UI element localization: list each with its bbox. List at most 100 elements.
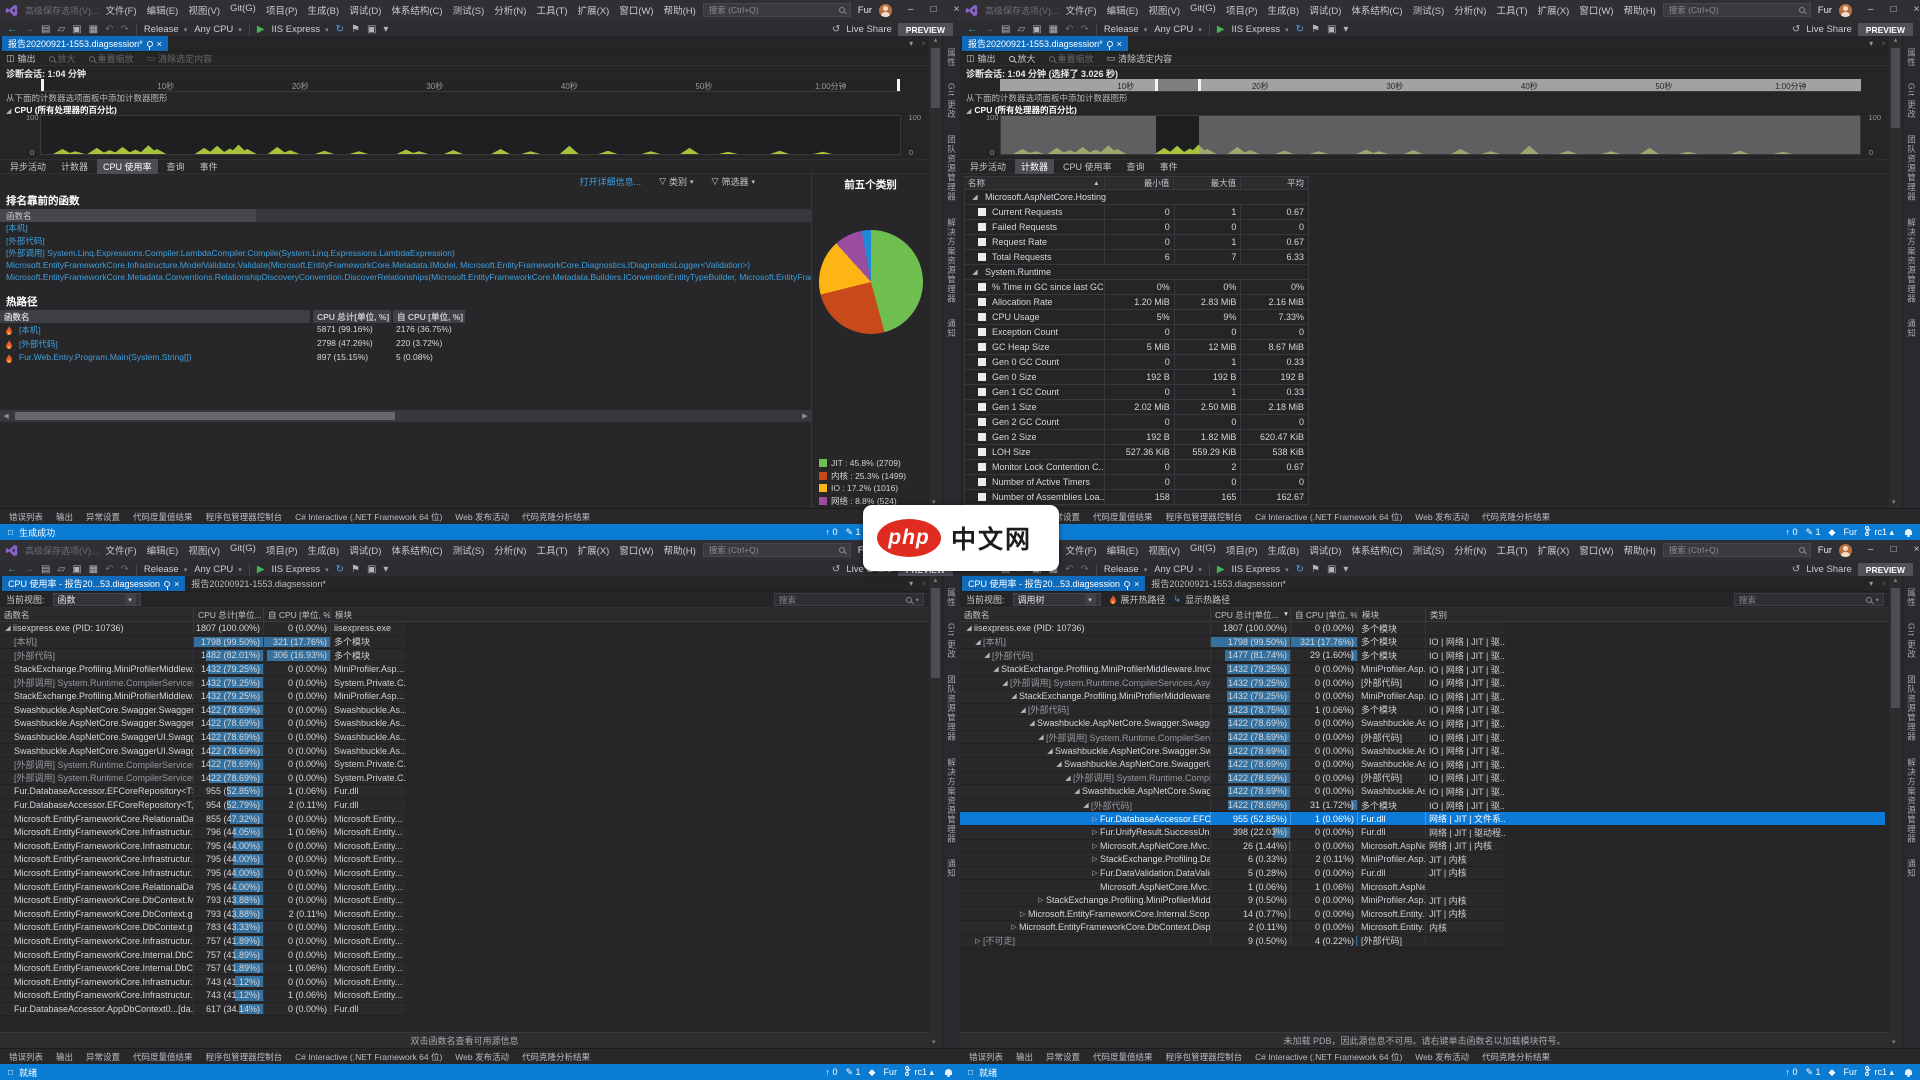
table-row[interactable]: Fur.DatabaseAccessor.EFCoreRepository<T>… [0,785,406,799]
platform-dropdown[interactable]: Any CPU▾ [194,24,242,35]
counter-checkbox[interactable] [978,328,986,336]
toolbox-icon[interactable]: ▣ [367,564,376,575]
panel-tab[interactable]: C# Interactive (.NET Framework 64 位) [295,511,442,523]
table-row[interactable]: Swashbuckle.AspNetCore.Swagger.Swagger..… [0,704,406,718]
tab-diagsession[interactable]: 报告20200921-1553.diagsession* [185,576,332,591]
side-tab[interactable]: 解决方案资源管理器 [946,218,958,304]
counter-checkbox[interactable] [978,223,986,231]
pending-edits-counter[interactable]: ✎ 1 [845,527,860,538]
expander-icon[interactable]: ◢ [964,624,974,632]
menu-item[interactable]: 扩展(X) [578,543,610,557]
live-share-icon[interactable]: ↺ [832,24,840,35]
table-row[interactable]: [外部调用] System.Runtime.CompilerServices..… [0,676,406,690]
run-icon[interactable]: ▶ [257,564,265,575]
panel-tab[interactable]: 异常设置 [86,511,120,523]
menu-item[interactable]: 项目(P) [1226,543,1258,557]
undo-icon[interactable]: ↶ [105,564,113,575]
menu-item[interactable]: 扩展(X) [1538,543,1570,557]
tab-cpu-usage[interactable]: CPU 使用率 - 报告20...53.diagsession× [962,576,1145,591]
menu-item[interactable]: 帮助(H) [1624,3,1656,17]
table-row[interactable]: Microsoft.EntityFrameworkCore.Internal.D… [0,962,406,976]
notifications-bell-icon[interactable] [945,1069,952,1075]
repo-name[interactable]: Fur [1843,527,1857,537]
menu-item[interactable]: 测试(S) [453,3,485,17]
report-view-tab[interactable]: CPU 使用率 [97,159,158,174]
counter-row[interactable]: Total Requests676.33 [964,250,1309,265]
menu-item[interactable]: 帮助(H) [664,543,696,557]
counter-row[interactable]: GC Heap Size5 MiB12 MiB8.67 MiB [964,340,1309,355]
panel-tab[interactable]: 代码度量值结果 [133,1051,193,1063]
table-row[interactable]: ◢StackExchange.Profiling.MiniProfilerMid… [960,663,1505,677]
open-file-icon[interactable]: ▱ [57,24,65,35]
category-filter-button[interactable]: ▽类别▾ [659,175,693,188]
menu-item[interactable]: 生成(B) [308,543,340,557]
redo-icon[interactable]: ↷ [120,564,128,575]
counter-row[interactable]: Gen 0 GC Count010.33 [964,355,1309,370]
menu-item[interactable]: 文件(F) [1066,3,1097,17]
menu-item[interactable]: 体系结构(C) [391,543,442,557]
hot-function-name[interactable]: [外部代码] [19,338,58,350]
account-avatar[interactable] [1839,4,1852,17]
counter-group-row[interactable]: ◢Microsoft.AspNetCore.Hosting [964,190,1309,205]
toolbar-overflow-icon[interactable]: ▾ [1343,564,1348,575]
counter-row[interactable]: Gen 1 Size2.02 MiB2.50 MiB2.18 MiB [964,400,1309,415]
report-view-tab[interactable]: CPU 使用率 [1057,159,1118,174]
table-row[interactable]: ◢[本机]1798 (99.50%)321 (17.76%)多个模块IO | 网… [960,636,1505,650]
flag-icon[interactable]: ⚑ [1311,564,1320,575]
minimize-button[interactable]: – [1859,541,1882,559]
table-row[interactable]: Swashbuckle.AspNetCore.SwaggerUI.Swagge.… [0,731,406,745]
expander-icon[interactable]: ▷ [1009,923,1019,931]
maximize-button[interactable]: □ [1882,541,1905,559]
branch-name[interactable]: rc1 ▴ [905,1066,934,1078]
maximize-button[interactable]: □ [922,1,945,19]
panel-tab[interactable]: 程序包管理器控制台 [206,511,283,523]
counter-row[interactable]: CPU Usage5%9%7.33% [964,310,1309,325]
menu-item[interactable]: 窗口(W) [1579,3,1613,17]
side-tab[interactable]: 团队资源管理器 [1906,675,1918,742]
counter-row[interactable]: Gen 2 Size192 B1.82 MiB620.47 KiB [964,430,1309,445]
table-row[interactable]: ▷Microsoft.EntityFrameworkCore.DbContext… [960,921,1505,935]
col-min[interactable]: 最小值 [1104,177,1174,189]
panel-tab[interactable]: 代码克隆分析结果 [1482,1051,1550,1063]
table-row[interactable]: Swashbuckle.AspNetCore.SwaggerUI.Swagge.… [0,744,406,758]
save-icon[interactable]: ▣ [72,24,81,35]
counter-checkbox[interactable] [978,448,986,456]
table-row[interactable]: Microsoft.EntityFrameworkCore.Infrastruc… [0,867,406,881]
table-row[interactable]: StackExchange.Profiling.MiniProfilerMidd… [0,690,406,704]
report-view-tab[interactable]: 异步活动 [964,159,1012,174]
horizontal-scrollbar[interactable]: ◀▶ [0,410,811,422]
table-row[interactable]: ▷Fur.DataValidation.DataValidati...5 (0.… [960,867,1505,881]
table-row[interactable]: ▷StackExchange.Profiling.MiniProfilerMid… [960,894,1505,908]
branch-name[interactable]: rc1 ▴ [1865,1066,1894,1078]
toolbox-icon[interactable]: ▣ [367,24,376,35]
menu-item[interactable]: 分析(N) [1454,543,1486,557]
table-row[interactable]: Microsoft.EntityFrameworkCore.Internal.D… [0,948,406,962]
menu-item[interactable]: 体系结构(C) [391,3,442,17]
save-all-icon[interactable]: ▦ [89,24,98,35]
branch-name[interactable]: rc1 ▴ [1865,526,1894,538]
menu-item[interactable]: 调试(D) [349,3,381,17]
open-file-icon[interactable]: ▱ [57,564,65,575]
selection-handle-right[interactable] [1198,79,1201,91]
repo-icon[interactable]: ◆ [869,1067,876,1078]
table-row[interactable]: ◢StackExchange.Profiling.MiniProfilerMid… [960,690,1505,704]
tab-close-icon[interactable]: × [174,579,179,589]
tab-close-icon[interactable]: × [1117,39,1122,49]
panel-tab[interactable]: Web 发布活动 [1415,1051,1469,1063]
side-tab[interactable]: 通知 [1906,319,1918,338]
side-tab[interactable]: 团队资源管理器 [946,135,958,202]
expander-icon[interactable]: ▷ [1090,855,1100,863]
selected-table-row[interactable]: ▷Fur.DatabaseAccessor.EFCoreR...955 (52.… [960,812,1885,826]
counter-checkbox[interactable] [978,238,986,246]
menu-item[interactable]: 窗口(W) [619,543,653,557]
menu-item[interactable]: 工具(T) [1496,543,1527,557]
top-function-row[interactable]: [外部调用] System.Linq.Expressions.Compiler.… [0,247,811,260]
counter-checkbox[interactable] [978,493,986,501]
close-button[interactable]: × [1905,1,1920,19]
menu-item[interactable]: 生成(B) [1268,543,1300,557]
report-view-tab[interactable]: 异步活动 [4,159,52,174]
table-row[interactable]: ▷[不可走]9 (0.50%)4 (0.22%)[外部代码] [960,935,1505,949]
save-all-icon[interactable]: ▦ [89,564,98,575]
expander-icon[interactable]: ◢ [970,268,980,276]
counter-checkbox[interactable] [978,283,986,291]
